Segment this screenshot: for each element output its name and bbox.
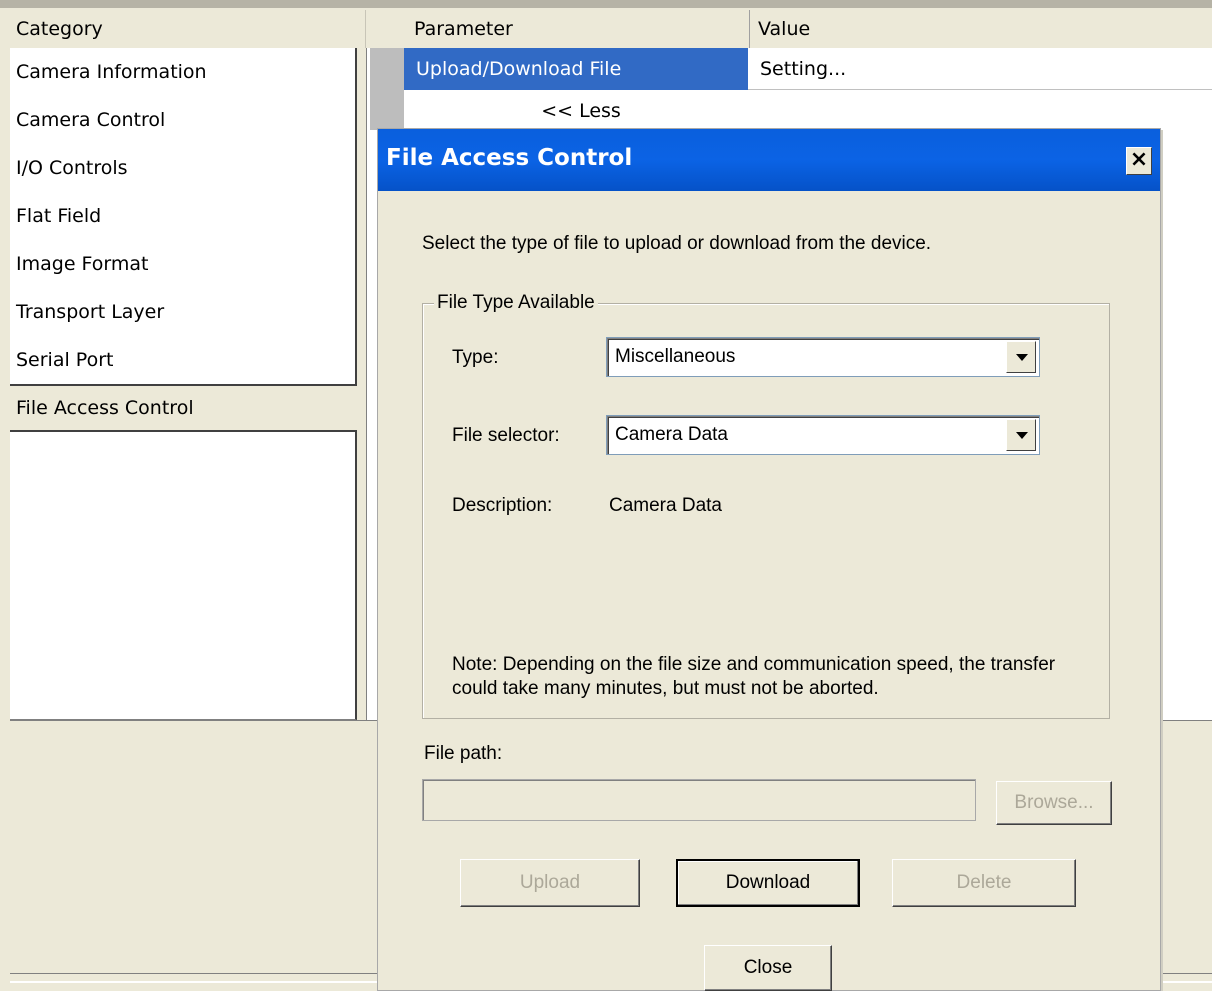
upload-button[interactable]: Upload (460, 859, 640, 907)
type-dropdown-value: Miscellaneous (615, 346, 736, 367)
file-selector-label: File selector: (452, 425, 560, 446)
category-item-image-format[interactable]: Image Format (10, 240, 355, 288)
file-access-control-dialog: File Access Control × Select the type of… (377, 128, 1161, 991)
category-item-io-controls[interactable]: I/O Controls (10, 144, 355, 192)
delete-button[interactable]: Delete (892, 859, 1076, 907)
chevron-down-icon[interactable] (1006, 341, 1036, 373)
description-label: Description: (452, 495, 553, 516)
category-list: Camera Information Camera Control I/O Co… (10, 48, 357, 720)
download-button[interactable]: Download (676, 859, 860, 907)
close-button[interactable]: Close (704, 945, 832, 991)
parameter-cell-upload-download-file[interactable]: Upload/Download File (404, 48, 748, 90)
category-item-camera-information[interactable]: Camera Information (10, 48, 355, 96)
less-link[interactable]: << Less (404, 90, 748, 132)
dialog-intro-text: Select the type of file to upload or dow… (422, 233, 932, 254)
column-header-value[interactable]: Value (750, 10, 1212, 48)
dialog-title: File Access Control (386, 145, 633, 171)
file-path-label: File path: (424, 743, 503, 764)
category-item-flat-field[interactable]: Flat Field (10, 192, 355, 240)
file-selector-value: Camera Data (615, 424, 728, 445)
category-item-file-access-control[interactable]: File Access Control (10, 384, 357, 432)
row-gutter (370, 48, 404, 130)
category-item-camera-control[interactable]: Camera Control (10, 96, 355, 144)
transfer-note: Note: Depending on the file size and com… (452, 654, 1056, 699)
value-cell-setting[interactable]: Setting... (748, 48, 1212, 90)
chevron-down-icon[interactable] (1006, 419, 1036, 451)
column-header-parameter[interactable]: Parameter (410, 10, 750, 48)
type-label: Type: (452, 347, 499, 368)
description-value: Camera Data (609, 495, 722, 516)
file-selector-dropdown[interactable]: Camera Data (606, 415, 1040, 455)
browse-button[interactable]: Browse... (996, 781, 1112, 825)
close-icon[interactable]: × (1126, 147, 1152, 175)
category-item-serial-port[interactable]: Serial Port (10, 336, 355, 384)
category-header: Category (10, 10, 366, 48)
category-item-transport-layer[interactable]: Transport Layer (10, 288, 355, 336)
type-dropdown[interactable]: Miscellaneous (606, 337, 1040, 377)
file-path-input[interactable] (422, 779, 976, 821)
window-top-edge (0, 0, 1212, 8)
parameter-grid-header: Parameter Value (366, 10, 1212, 48)
dialog-titlebar[interactable]: File Access Control × (378, 129, 1160, 191)
file-type-group-label: File Type Available (434, 292, 598, 314)
